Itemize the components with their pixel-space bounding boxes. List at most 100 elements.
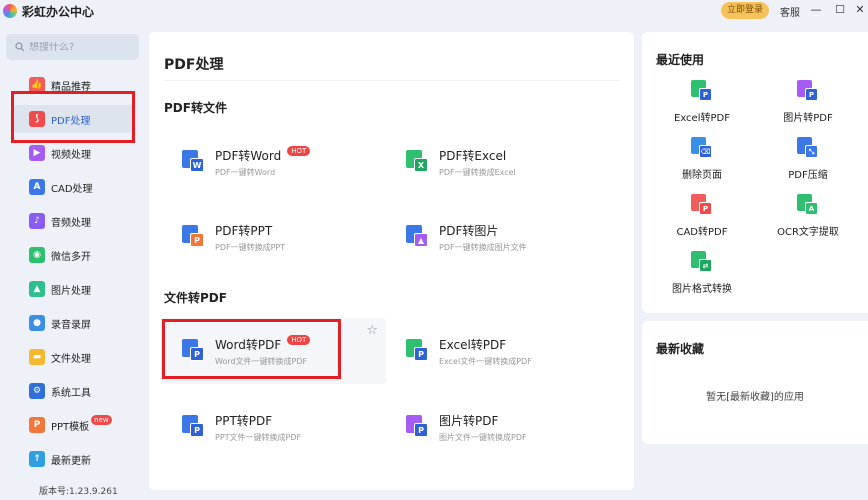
tool-name: 图片转PDF xyxy=(439,413,499,428)
sidebar-item-image[interactable]: ▲ 图片处理 xyxy=(14,275,134,303)
page-title: PDF处理 xyxy=(164,57,224,73)
tool-pdf-to-word[interactable]: W PDF转Word HOT PDF一键转Word xyxy=(161,129,386,195)
pdf-to-image-icon: ▲ xyxy=(406,225,430,249)
sidebar-item-gear[interactable]: ⚙ 系统工具 xyxy=(14,377,134,405)
delete-page-icon: ⌫ xyxy=(691,137,713,159)
tool-description: PDF一键转换成PPT xyxy=(215,242,286,252)
favorites-empty-text: 暂无[最新收藏]的应用 xyxy=(706,392,804,403)
close-icon[interactable]: ✕ xyxy=(854,2,866,18)
customer-service-button[interactable]: 客服 xyxy=(780,4,800,19)
sidebar-item-upload[interactable]: ↑ 最新更新 xyxy=(14,445,134,473)
recent-item-label: OCR文字提取 xyxy=(777,227,839,238)
recent-item[interactable]: P Excel转PDF xyxy=(652,80,752,124)
sidebar-item-label: 图片处理 xyxy=(51,285,91,297)
maximize-icon[interactable]: ☐ xyxy=(832,2,848,18)
tool-name: PDF转Word xyxy=(215,148,282,163)
tool-excel-to-pdf[interactable]: P Excel转PDF Excel文件一键转换成PDF xyxy=(385,318,610,384)
tool-description: PDF一键转Word xyxy=(215,167,276,177)
ppt-icon: P xyxy=(29,417,45,433)
wechat-icon: ◉ xyxy=(29,247,45,263)
sidebar-item-ppt[interactable]: P PPT模板 new xyxy=(14,411,134,439)
section-title-file-to-pdf: 文件转PDF xyxy=(164,291,227,305)
cad-to-pdf-icon: P xyxy=(691,194,713,216)
cad-icon: A xyxy=(29,179,45,195)
image-to-pdf-icon: P xyxy=(406,415,430,439)
sidebar-item-wechat[interactable]: ◉ 微信多开 xyxy=(14,241,134,269)
gear-icon: ⚙ xyxy=(29,383,45,399)
video-icon: ▶ xyxy=(29,145,45,161)
sidebar-item-label: 最新更新 xyxy=(51,455,91,467)
recent-item-label: CAD转PDF xyxy=(676,227,728,238)
pdf-to-ppt-icon: P xyxy=(182,225,206,249)
tool-name: PDF转图片 xyxy=(439,223,499,238)
excel-to-pdf-icon: P xyxy=(406,339,430,363)
version-label: 版本号:1.23.9.261 xyxy=(39,487,118,497)
ocr-icon: A xyxy=(797,194,819,216)
sidebar-item-label: 视频处理 xyxy=(51,149,91,161)
recent-item[interactable]: P 图片转PDF xyxy=(758,80,858,124)
sidebar-item-folder[interactable]: ▬ 文件处理 xyxy=(14,343,134,371)
sidebar-item-label: CAD处理 xyxy=(51,183,93,195)
recent-item-label: PDF压缩 xyxy=(788,170,828,181)
recent-title: 最近使用 xyxy=(656,53,705,67)
image-to-pdf-icon: P xyxy=(797,80,819,102)
favorites-panel: 最新收藏 暂无[最新收藏]的应用 xyxy=(642,321,868,444)
sidebar-item-music[interactable]: ♪ 音频处理 xyxy=(14,207,134,235)
recent-item-label: 删除页面 xyxy=(682,170,722,181)
tool-description: PDF一键转换成Excel xyxy=(439,167,516,177)
tool-name: PDF转PPT xyxy=(215,223,273,238)
folder-icon: ▬ xyxy=(29,349,45,365)
recent-item[interactable]: P CAD转PDF xyxy=(652,194,752,238)
tool-image-to-pdf[interactable]: P 图片转PDF 图片文件一键转换成PDF xyxy=(385,394,610,460)
tool-name: PPT转PDF xyxy=(215,413,273,428)
tool-description: PDF一键转换成图片文件 xyxy=(439,242,527,252)
login-button[interactable]: 立即登录 xyxy=(721,2,769,19)
app-title: 彩虹办公中心 xyxy=(22,4,95,19)
recent-item-label: 图片转PDF xyxy=(783,113,833,124)
tool-pdf-to-image[interactable]: ▲ PDF转图片 PDF一键转换成图片文件 xyxy=(385,204,610,270)
tool-pdf-to-ppt[interactable]: P PDF转PPT PDF一键转换成PPT xyxy=(161,204,386,270)
sidebar-item-label: 文件处理 xyxy=(51,353,91,365)
pdf-to-word-icon: W xyxy=(182,150,206,174)
upload-icon: ↑ xyxy=(29,451,45,467)
favorites-title: 最新收藏 xyxy=(656,342,705,356)
new-badge: new xyxy=(91,415,112,425)
tool-pdf-to-excel[interactable]: X PDF转Excel PDF一键转换成Excel xyxy=(385,129,610,195)
search-input[interactable] xyxy=(29,41,129,53)
main-panel: PDF处理 PDF转文件 文件转PDF W PDF转Word HOT PDF一键转Wo… xyxy=(149,32,634,490)
recent-item[interactable]: A OCR文字提取 xyxy=(758,194,858,238)
image-convert-icon: ⇄ xyxy=(691,251,713,273)
hot-badge: HOT xyxy=(287,146,311,156)
excel-to-pdf-icon: P xyxy=(691,80,713,102)
pdf-compress-icon: ⤡ xyxy=(797,137,819,159)
highlight-box-word-to-pdf xyxy=(162,319,341,379)
recent-item-label: Excel转PDF xyxy=(674,113,730,124)
sidebar-item-label: 系统工具 xyxy=(51,387,91,399)
music-icon: ♪ xyxy=(29,213,45,229)
recent-item-label: 图片格式转换 xyxy=(672,284,732,295)
app-logo-icon xyxy=(3,4,17,18)
tool-description: 图片文件一键转换成PDF xyxy=(439,432,527,442)
tool-ppt-to-pdf[interactable]: P PPT转PDF PPT文件一键转换成PDF xyxy=(161,394,386,460)
recent-item[interactable]: ⤡ PDF压缩 xyxy=(758,137,858,181)
search-box[interactable] xyxy=(6,34,139,60)
favorite-star-icon[interactable]: ☆ xyxy=(366,323,378,338)
sidebar-item-label: 录音录屏 xyxy=(51,319,91,331)
divider xyxy=(164,80,620,81)
recent-item[interactable]: ⌫ 删除页面 xyxy=(652,137,752,181)
highlight-box-pdf xyxy=(11,91,135,143)
recent-item[interactable]: ⇄ 图片格式转换 xyxy=(652,251,752,295)
search-icon xyxy=(15,42,25,52)
tool-name: Excel转PDF xyxy=(439,337,507,352)
sidebar-item-cad[interactable]: A CAD处理 xyxy=(14,173,134,201)
sidebar-item-label: PPT模板 xyxy=(51,421,90,433)
image-icon: ▲ xyxy=(29,281,45,297)
pdf-to-excel-icon: X xyxy=(406,150,430,174)
sidebar-item-label: 音频处理 xyxy=(51,217,91,229)
microphone-icon: ● xyxy=(29,315,45,331)
minimize-icon[interactable]: — xyxy=(808,2,824,18)
sidebar-item-microphone[interactable]: ● 录音录屏 xyxy=(14,309,134,337)
ppt-to-pdf-icon: P xyxy=(182,415,206,439)
tool-description: PPT文件一键转换成PDF xyxy=(215,432,302,442)
sidebar-item-video[interactable]: ▶ 视频处理 xyxy=(14,139,134,167)
